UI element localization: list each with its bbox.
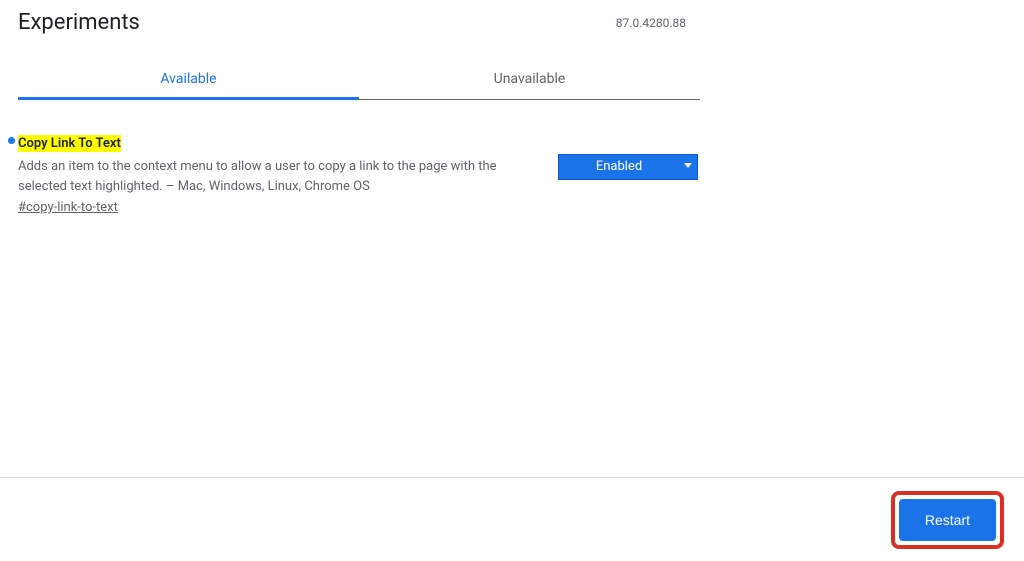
page-title: Experiments xyxy=(18,10,140,35)
experiment-hash[interactable]: #copy-link-to-text xyxy=(18,200,538,215)
header: Experiments 87.0.4280.88 xyxy=(0,0,1024,41)
experiment-state-select-wrap: Enabled xyxy=(558,154,698,180)
footer-bar: Restart xyxy=(0,477,1024,561)
tab-unavailable[interactable]: Unavailable xyxy=(359,61,700,99)
version-label: 87.0.4280.88 xyxy=(616,16,686,30)
restart-button[interactable]: Restart xyxy=(899,499,996,541)
experiment-title: Copy Link To Text xyxy=(18,135,121,152)
experiment-state-select[interactable]: Enabled xyxy=(558,154,698,180)
modified-dot-icon xyxy=(8,137,15,144)
restart-highlight: Restart xyxy=(891,491,1004,549)
tabs-bar: Available Unavailable xyxy=(18,61,700,100)
experiment-info: Copy Link To Text Adds an item to the co… xyxy=(18,132,558,215)
experiment-item: Copy Link To Text Adds an item to the co… xyxy=(18,132,698,215)
experiment-description: Adds an item to the context menu to allo… xyxy=(18,157,538,196)
experiments-list: Copy Link To Text Adds an item to the co… xyxy=(18,132,698,215)
tab-available[interactable]: Available xyxy=(18,61,359,99)
